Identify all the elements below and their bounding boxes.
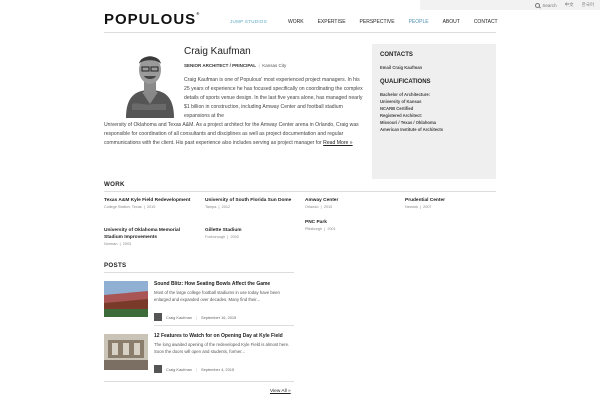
project-card[interactable]: Prudential Center Newark | 2007 (405, 197, 497, 210)
project-meta: Foxborough | 2002 (205, 235, 239, 239)
project-title[interactable]: Prudential Center (405, 197, 497, 204)
posts-heading: POSTS (104, 262, 127, 269)
work-heading: WORK (104, 181, 125, 188)
language-korean[interactable]: 한국어 (582, 2, 594, 8)
project-meta: Newark | 2007 (405, 205, 432, 209)
contact-sidebar: CONTACTS Email Craig Kaufman QUALIFICATI… (372, 44, 496, 179)
project-card[interactable]: University of South Florida Sun Dome Tam… (205, 197, 297, 210)
person-title: SENIOR ARCHITECT / PRINCIPAL (184, 63, 257, 68)
view-all-link[interactable]: View All » (270, 389, 291, 394)
qualifications-heading: QUALIFICATIONS (380, 79, 431, 85)
qualification-item: Missouri / Texas / Oklahoma (380, 120, 437, 125)
nav-contact[interactable]: CONTACT (474, 19, 498, 25)
project-card[interactable]: Amway Center Orlando | 2010 (305, 197, 397, 210)
language-chinese[interactable]: 中文 (565, 2, 574, 8)
nav-people[interactable]: PEOPLE (409, 19, 429, 25)
nav-expertise[interactable]: EXPERTISE (318, 19, 346, 25)
project-card[interactable]: Texas A&M Kyle Field Redevelopment Colle… (104, 197, 196, 210)
nav-about[interactable]: ABOUT (443, 19, 460, 25)
project-title[interactable]: University of South Florida Sun Dome (205, 197, 297, 204)
post-thumbnail[interactable] (104, 281, 148, 317)
search-link[interactable]: Search (535, 2, 557, 8)
post-title[interactable]: 12 Features to Watch for on Opening Day … (154, 333, 283, 339)
project-card[interactable]: Gillette Stadium Foxborough | 2002 (205, 227, 297, 240)
contacts-heading: CONTACTS (380, 52, 413, 58)
posts-divider (104, 272, 294, 273)
project-title[interactable]: PNC Park (305, 219, 397, 226)
tagline[interactable]: JUMP STUDIOS (230, 19, 267, 24)
post-author-line: Craig Kaufman | September 4, 2015 (154, 365, 234, 373)
post-excerpt: The long awaited opening of the redevelo… (154, 342, 290, 354)
avatar (154, 313, 162, 321)
project-meta: Pittsburgh | 2001 (305, 227, 336, 231)
nav-work[interactable]: WORK (288, 19, 304, 25)
post-author-line: Craig Kaufman | September 16, 2015 (154, 313, 236, 321)
post-thumbnail[interactable] (104, 334, 148, 370)
avatar (154, 365, 162, 373)
main-nav: WORK EXPERTISE PERSPECTIVE PEOPLE ABOUT … (288, 19, 498, 25)
post-date: September 4, 2015 (200, 366, 235, 372)
project-meta: Orlando | 2010 (305, 205, 333, 209)
post-title[interactable]: Sound Blitz: How Seating Bowls Affect th… (154, 281, 270, 287)
project-card[interactable]: PNC Park Pittsburgh | 2001 (305, 219, 397, 232)
qualification-item: Registered Architect: (380, 113, 423, 118)
profile-photo (122, 44, 178, 118)
search-label: Search (542, 2, 557, 8)
bio-paragraph-top: Craig Kaufman is one of Populous' most e… (184, 77, 363, 119)
posts-bottom-divider (104, 381, 294, 382)
bio-paragraph-bottom: University of Oklahoma and Texas A&M. As… (104, 122, 359, 146)
work-divider (104, 191, 496, 192)
project-title[interactable]: Gillette Stadium (205, 227, 297, 234)
project-title[interactable]: University of Oklahoma Memorial Stadium … (104, 227, 196, 241)
post-author: Craig Kaufman (166, 314, 192, 320)
qualification-item: American Institute of Architects (380, 127, 444, 132)
post-author: Craig Kaufman (166, 366, 192, 372)
qualification-item: Bachelor of Architecture: (380, 92, 431, 97)
utility-bar: Search 中文 한국어 (420, 0, 600, 10)
post-date: September 16, 2015 (200, 314, 237, 320)
project-meta: College Station, Texas | 2015 (104, 205, 156, 209)
qualification-item: NCARB Certified (380, 106, 414, 111)
read-more-link[interactable]: Read More » (323, 140, 352, 146)
search-icon (535, 2, 541, 8)
person-location: Kansas City (262, 63, 287, 68)
project-meta: Tampa | 2012 (205, 205, 231, 209)
project-meta: Norman | 2003 (104, 242, 132, 246)
person-title-location: SENIOR ARCHITECT / PRINCIPAL | Kansas Ci… (184, 63, 287, 68)
email-link[interactable]: Email Craig Kaufman (380, 64, 488, 71)
project-title[interactable]: Amway Center (305, 197, 397, 204)
header-divider (104, 32, 496, 33)
nav-perspective[interactable]: PERSPECTIVE (360, 19, 395, 25)
project-title[interactable]: Texas A&M Kyle Field Redevelopment (104, 197, 196, 204)
person-name: Craig Kaufman (184, 46, 251, 57)
populous-logo[interactable]: POPULOUS® (104, 11, 200, 28)
post-excerpt: Most of the large college football stadi… (154, 290, 280, 302)
qualification-item: University of Kansas (380, 99, 422, 104)
post-divider (154, 325, 294, 326)
project-card[interactable]: University of Oklahoma Memorial Stadium … (104, 227, 196, 247)
